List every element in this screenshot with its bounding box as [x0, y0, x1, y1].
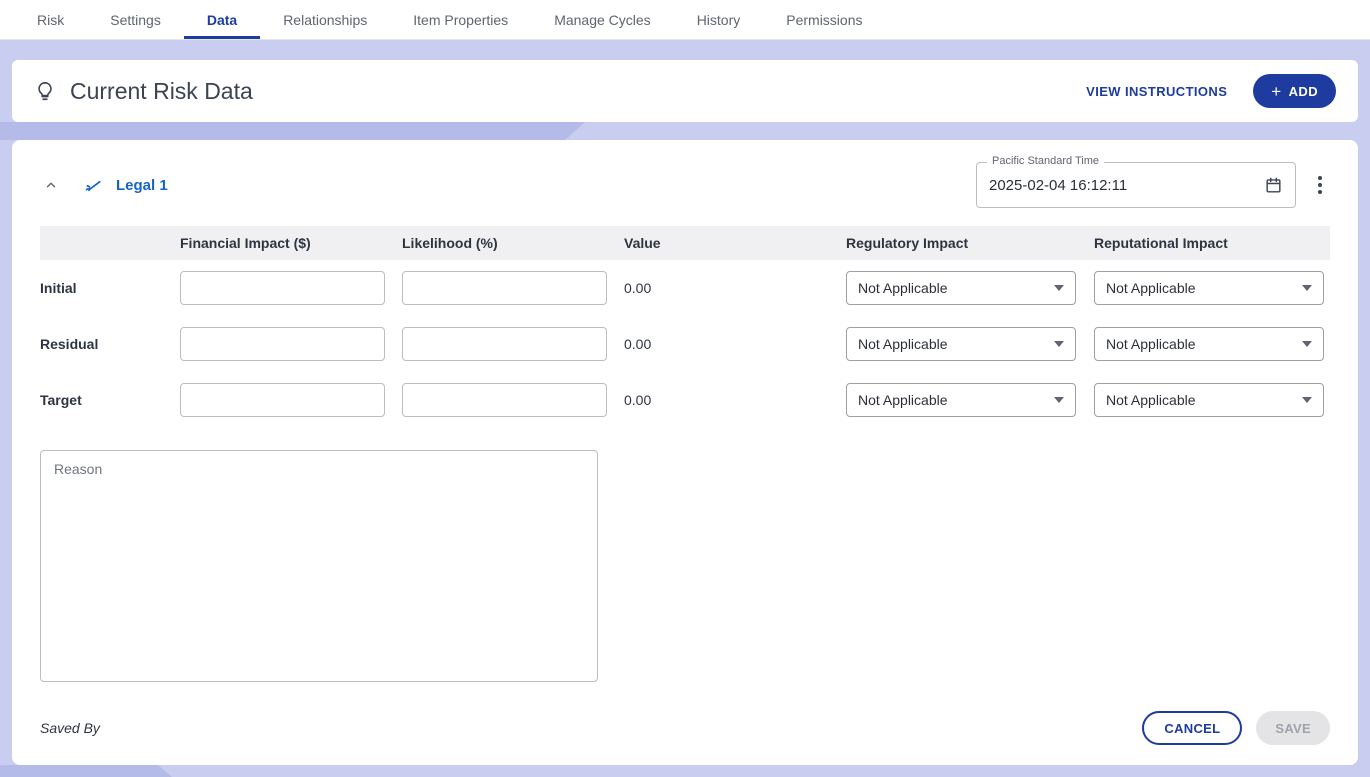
- footer-buttons: CANCEL SAVE: [1142, 711, 1330, 745]
- calendar-icon[interactable]: [1264, 176, 1283, 195]
- value-text-initial: 0.00: [624, 280, 651, 296]
- view-instructions-link[interactable]: VIEW INSTRUCTIONS: [1086, 84, 1227, 99]
- tab-relationships[interactable]: Relationships: [260, 0, 390, 39]
- regulatory-impact-select-residual[interactable]: Not Applicable: [846, 327, 1076, 361]
- table-row-label: Residual: [40, 316, 180, 372]
- lightbulb-icon: [34, 80, 56, 102]
- page-background: Current Risk Data VIEW INSTRUCTIONS + AD…: [0, 40, 1370, 777]
- tab-manage-cycles[interactable]: Manage Cycles: [531, 0, 674, 39]
- panel-footer: Saved By CANCEL SAVE: [40, 711, 1330, 745]
- table-row-label: Target: [40, 372, 180, 428]
- chevron-down-icon: [1302, 341, 1312, 347]
- tab-permissions[interactable]: Permissions: [763, 0, 885, 39]
- risk-item-header: Legal 1 Pacific Standard Time 2025-02-04…: [40, 140, 1330, 208]
- tab-bar: Risk Settings Data Relationships Item Pr…: [0, 0, 1370, 40]
- regulatory-impact-select-initial[interactable]: Not Applicable: [846, 271, 1076, 305]
- decorative-diagonal-top: [0, 122, 585, 140]
- reputational-impact-select-residual[interactable]: Not Applicable: [1094, 327, 1324, 361]
- datetime-field[interactable]: Pacific Standard Time 2025-02-04 16:12:1…: [976, 162, 1296, 208]
- risk-data-panel: Legal 1 Pacific Standard Time 2025-02-04…: [12, 140, 1358, 765]
- regulatory-impact-select-target[interactable]: Not Applicable: [846, 383, 1076, 417]
- column-header-empty: [40, 226, 180, 260]
- save-button[interactable]: SAVE: [1256, 711, 1330, 745]
- risk-values-table: Financial Impact ($) Likelihood (%) Valu…: [40, 226, 1330, 428]
- chevron-down-icon: [1054, 285, 1064, 291]
- page-title: Current Risk Data: [70, 78, 253, 105]
- column-header-financial: Financial Impact ($): [180, 226, 402, 260]
- header-actions: VIEW INSTRUCTIONS + ADD: [1086, 74, 1336, 108]
- plus-icon: +: [1271, 83, 1281, 100]
- chevron-down-icon: [1054, 397, 1064, 403]
- saved-by-label: Saved By: [40, 720, 100, 736]
- likelihood-input-target[interactable]: [402, 383, 607, 417]
- column-header-likelihood: Likelihood (%): [402, 226, 624, 260]
- chevron-down-icon: [1054, 341, 1064, 347]
- likelihood-input-residual[interactable]: [402, 327, 607, 361]
- risk-item-name[interactable]: Legal 1: [116, 177, 168, 194]
- more-options-icon[interactable]: [1310, 170, 1330, 200]
- risk-item-icon: [84, 175, 104, 195]
- tab-history[interactable]: History: [674, 0, 764, 39]
- reputational-impact-select-target[interactable]: Not Applicable: [1094, 383, 1324, 417]
- likelihood-input-initial[interactable]: [402, 271, 607, 305]
- value-text-residual: 0.00: [624, 336, 651, 352]
- tab-risk[interactable]: Risk: [14, 0, 87, 39]
- collapse-chevron-icon[interactable]: [40, 174, 62, 196]
- financial-impact-input-target[interactable]: [180, 383, 385, 417]
- chevron-down-icon: [1302, 285, 1312, 291]
- reason-textarea[interactable]: [40, 450, 598, 682]
- value-text-target: 0.00: [624, 392, 651, 408]
- tab-settings[interactable]: Settings: [87, 0, 184, 39]
- column-header-value: Value: [624, 226, 846, 260]
- table-row-label: Initial: [40, 260, 180, 316]
- datetime-value: 2025-02-04 16:12:11: [989, 177, 1127, 194]
- add-button[interactable]: + ADD: [1253, 74, 1336, 108]
- column-header-regulatory: Regulatory Impact: [846, 226, 1094, 260]
- financial-impact-input-initial[interactable]: [180, 271, 385, 305]
- decorative-diagonal-bottom: [0, 765, 172, 777]
- tab-item-properties[interactable]: Item Properties: [390, 0, 531, 39]
- tab-data[interactable]: Data: [184, 0, 260, 39]
- column-header-reputational: Reputational Impact: [1094, 226, 1330, 260]
- page-header: Current Risk Data VIEW INSTRUCTIONS + AD…: [12, 60, 1358, 122]
- cancel-button[interactable]: CANCEL: [1142, 711, 1242, 745]
- financial-impact-input-residual[interactable]: [180, 327, 385, 361]
- reputational-impact-select-initial[interactable]: Not Applicable: [1094, 271, 1324, 305]
- chevron-down-icon: [1302, 397, 1312, 403]
- timezone-label: Pacific Standard Time: [987, 155, 1104, 167]
- add-button-label: ADD: [1289, 84, 1318, 99]
